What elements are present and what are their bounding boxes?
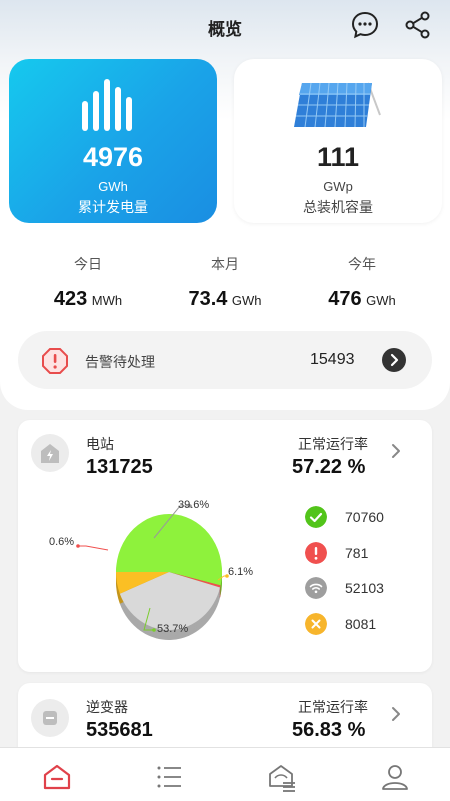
x-icon bbox=[305, 613, 327, 635]
period-unit: MWh bbox=[91, 293, 123, 308]
inverter-rate-label: 正常运行率 bbox=[298, 699, 368, 715]
inverter-icon bbox=[43, 711, 57, 725]
period-label: 今年 bbox=[348, 256, 376, 272]
legend-value: 781 bbox=[345, 545, 369, 561]
period-value: 476 bbox=[328, 288, 362, 310]
station-card[interactable]: 电站 131725 正常运行率 57.22 % 39.6% 0.6% 6.1% … bbox=[18, 420, 432, 672]
legend-value: 52103 bbox=[345, 580, 384, 596]
leader-fault-dot bbox=[76, 544, 80, 548]
alarm-count: 15493 bbox=[310, 351, 355, 368]
period-year: 今年 476 GWh bbox=[287, 254, 437, 311]
period-label: 本月 bbox=[211, 256, 239, 272]
capacity-value: 111 bbox=[316, 142, 360, 172]
capacity-label: 总装机容量 bbox=[303, 199, 373, 215]
inverter-label: 逆变器 bbox=[86, 699, 128, 715]
leader-fault bbox=[78, 545, 109, 551]
inverter-count: 535681 bbox=[86, 719, 153, 741]
chevron-right-icon[interactable] bbox=[389, 705, 403, 723]
period-today: 今日 423 MWh bbox=[13, 254, 163, 311]
page-title: 概览 bbox=[208, 20, 242, 39]
solar-panel-icon bbox=[294, 82, 381, 128]
period-label: 今日 bbox=[74, 256, 102, 272]
pie-label-fault: 0.6% bbox=[49, 536, 75, 548]
list-icon[interactable] bbox=[154, 762, 184, 792]
period-value: 423 bbox=[53, 288, 88, 310]
period-value: 73.4 bbox=[188, 288, 228, 310]
installed-capacity-card[interactable]: 111 GWp 总装机容量 bbox=[234, 59, 442, 223]
bar-chart-icon bbox=[82, 79, 132, 131]
user-icon[interactable] bbox=[380, 762, 410, 792]
energy-unit: GWh bbox=[98, 179, 128, 194]
pending-alarms-bar[interactable]: 告警待处理 15493 bbox=[18, 331, 432, 389]
pie-label-normal: 53.7% bbox=[157, 623, 189, 635]
station-label: 电站 bbox=[86, 436, 114, 452]
energy-value: 4976 bbox=[82, 142, 144, 172]
chevron-right-icon[interactable] bbox=[389, 442, 403, 460]
arrow-right-icon[interactable] bbox=[382, 348, 406, 372]
inverter-rate-value: 56.83 % bbox=[292, 719, 366, 741]
period-unit: GWh bbox=[231, 293, 262, 308]
station-status-pie-chart bbox=[76, 504, 229, 640]
station-house-icon bbox=[41, 444, 59, 463]
share-icon[interactable] bbox=[403, 10, 433, 40]
station-count: 131725 bbox=[86, 456, 153, 478]
inverter-icon-bg bbox=[31, 699, 69, 737]
chat-bubble-icon[interactable] bbox=[350, 10, 380, 40]
station-icon[interactable] bbox=[267, 762, 297, 792]
home-icon[interactable] bbox=[42, 762, 72, 792]
header: 概览 bbox=[0, 0, 450, 52]
cumulative-energy-card[interactable]: 4976 GWh 累计发电量 bbox=[9, 59, 217, 223]
legend-value: 8081 bbox=[345, 616, 377, 632]
station-rate-label: 正常运行率 bbox=[298, 436, 368, 452]
period-month: 本月 73.4 GWh bbox=[150, 254, 300, 311]
leader-normal-dot bbox=[152, 628, 156, 632]
check-icon bbox=[305, 506, 327, 528]
pie-label-alarm: 6.1% bbox=[228, 566, 254, 578]
station-rate-value: 57.22 % bbox=[292, 456, 366, 478]
bottom-tab-bar bbox=[0, 747, 450, 801]
energy-label: 累计发电量 bbox=[78, 199, 148, 215]
alarm-octagon-icon bbox=[42, 348, 68, 374]
capacity-unit: GWp bbox=[323, 179, 353, 194]
station-icon-bg bbox=[31, 434, 69, 472]
legend-value: 70760 bbox=[345, 509, 384, 525]
pie-label-offline: 39.6% bbox=[178, 499, 210, 511]
period-unit: GWh bbox=[366, 293, 396, 308]
exclamation-icon bbox=[305, 542, 327, 564]
alarm-label: 告警待处理 bbox=[85, 354, 155, 370]
wifi-off-icon bbox=[305, 577, 327, 599]
